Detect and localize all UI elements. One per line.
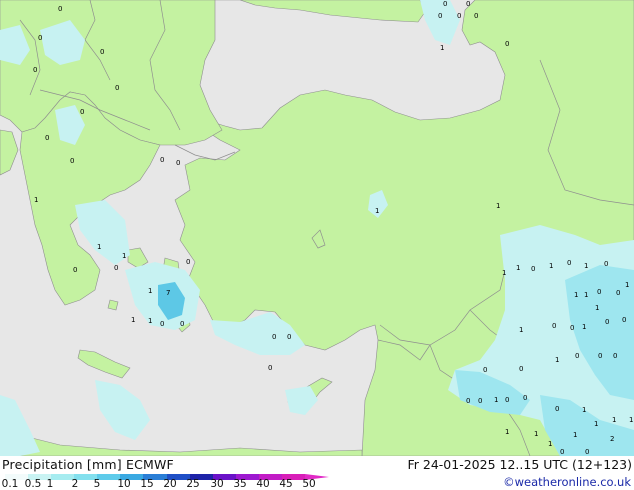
precip-value-label: 1	[519, 326, 523, 334]
precip-value-label: 0	[575, 352, 579, 360]
scale-tick-label: 0.1	[1, 478, 19, 490]
precip-value-label: 1	[148, 287, 152, 295]
precip-value-label: 0	[114, 264, 118, 272]
scale-tick-label: 2	[71, 478, 79, 490]
precip-value-label: 2	[610, 435, 614, 443]
precip-value-label: 0	[622, 316, 626, 324]
precip-value-label: 1	[582, 406, 586, 414]
precip-value-label: 1	[122, 252, 126, 260]
precip-value-label: 0	[100, 48, 104, 56]
precip-value-label: 0	[272, 333, 276, 341]
precip-value-label: 1	[496, 202, 500, 210]
precip-value-label: 1	[595, 304, 599, 312]
precip-value-label: 1	[573, 431, 577, 439]
scale-tick-label: 1	[46, 478, 54, 490]
precip-value-label: 1	[502, 269, 506, 277]
scale-tick-label: 0.5	[24, 478, 42, 490]
precip-value-label: 0	[505, 40, 509, 48]
precip-value-label: 0	[176, 159, 180, 167]
precip-value-label: 1	[516, 264, 520, 272]
precip-value-label: 1	[548, 440, 552, 448]
precip-value-label: 0	[616, 289, 620, 297]
precip-value-label: 0	[555, 405, 559, 413]
precip-value-label: 1	[574, 291, 578, 299]
precip-value-label: 0	[443, 0, 447, 8]
precip-value-label: 0	[505, 396, 509, 404]
precip-value-label: 0	[70, 157, 74, 165]
precip-value-label: 0	[466, 0, 470, 8]
precip-value-label: 1	[629, 416, 633, 424]
island	[107, 299, 119, 311]
precip-value-label: 0	[605, 318, 609, 326]
scale-tick-label: 5	[93, 478, 101, 490]
precip-value-label: 1	[584, 262, 588, 270]
precip-value-label: 0	[483, 366, 487, 374]
precip-value-label: 1	[375, 207, 379, 215]
scale-tick-label: 25	[186, 478, 200, 490]
precip-value-label: 7	[166, 289, 170, 297]
scale-tick-label: 40	[256, 478, 270, 490]
scale-tick-label: 20	[163, 478, 177, 490]
precip-value-label: 1	[505, 428, 509, 436]
precip-value-label: 0	[570, 324, 574, 332]
precip-value-label: 0	[457, 12, 461, 20]
precip-value-label: 0	[560, 448, 564, 456]
precip-value-label: 0	[474, 12, 478, 20]
precip-value-label: 0	[478, 397, 482, 405]
precip-value-label: 0	[186, 258, 190, 266]
precip-value-label: 0	[613, 352, 617, 360]
precip-value-label: 1	[494, 396, 498, 404]
precip-value-label: 0	[115, 84, 119, 92]
precip-value-label: 0	[160, 320, 164, 328]
precip-value-label: 0	[268, 364, 272, 372]
precip-value-label: 0	[519, 365, 523, 373]
forecast-time: Fr 24-01-2025 12..15 UTC (12+123)	[407, 457, 633, 472]
precip-value-label: 0	[73, 266, 77, 274]
scale-tick-label: 35	[233, 478, 247, 490]
map-footer: Precipitation [mm] ECMWF Fr 24-01-2025 1…	[0, 456, 634, 490]
scale-tick-label: 45	[279, 478, 293, 490]
precip-value-label: 1	[97, 243, 101, 251]
precip-value-label: 1	[594, 420, 598, 428]
precip-value-label: 0	[33, 66, 37, 74]
precip-value-label: 0	[598, 352, 602, 360]
precip-value-label: 1	[148, 317, 152, 325]
precip-value-label: 1	[625, 281, 629, 289]
precip-value-label: 0	[38, 34, 42, 42]
credit-link[interactable]: ©weatheronline.co.uk	[503, 475, 631, 489]
precip-value-label: 0	[585, 448, 589, 456]
precipitation-map: 0 0 01 0000000010 0 00110711 1 0 000 001111 0 1 0 1 01…	[0, 0, 634, 456]
precip-value-label: 1	[549, 262, 553, 270]
precip-value-label: 0	[552, 322, 556, 330]
precip-value-label: 1	[584, 291, 588, 299]
precip-value-label: 1	[534, 430, 538, 438]
precip-value-label: 1	[131, 316, 135, 324]
scale-tick-label: 50	[302, 478, 316, 490]
scale-tick-label: 30	[210, 478, 224, 490]
precip-value-label: 0	[604, 260, 608, 268]
precip-value-label: 0	[80, 108, 84, 116]
precip-value-label: 0	[531, 265, 535, 273]
precip-value-label: 0	[567, 259, 571, 267]
precip-value-label: 0	[438, 12, 442, 20]
precip-value-label: 0	[180, 320, 184, 328]
scale-tick-label: 10	[117, 478, 131, 490]
precip-value-label: 1	[582, 323, 586, 331]
precip-value-label: 1	[612, 416, 616, 424]
precip-value-label: 0	[58, 5, 62, 13]
precip-value-label: 0	[523, 394, 527, 402]
weather-map-view: 0001000000001000011071110000001111010101…	[0, 0, 634, 490]
precip-value-label: 0	[160, 156, 164, 164]
map-title: Precipitation [mm] ECMWF	[2, 457, 174, 472]
precip-value-label: 0	[466, 397, 470, 405]
precip-value-label: 0	[45, 134, 49, 142]
precip-value-label: 1	[555, 356, 559, 364]
precip-value-label: 0	[597, 288, 601, 296]
precip-value-label: 1	[34, 196, 38, 204]
precip-value-label: 1	[440, 44, 444, 52]
scale-tick-label: 15	[140, 478, 154, 490]
precip-value-label: 0	[287, 333, 291, 341]
